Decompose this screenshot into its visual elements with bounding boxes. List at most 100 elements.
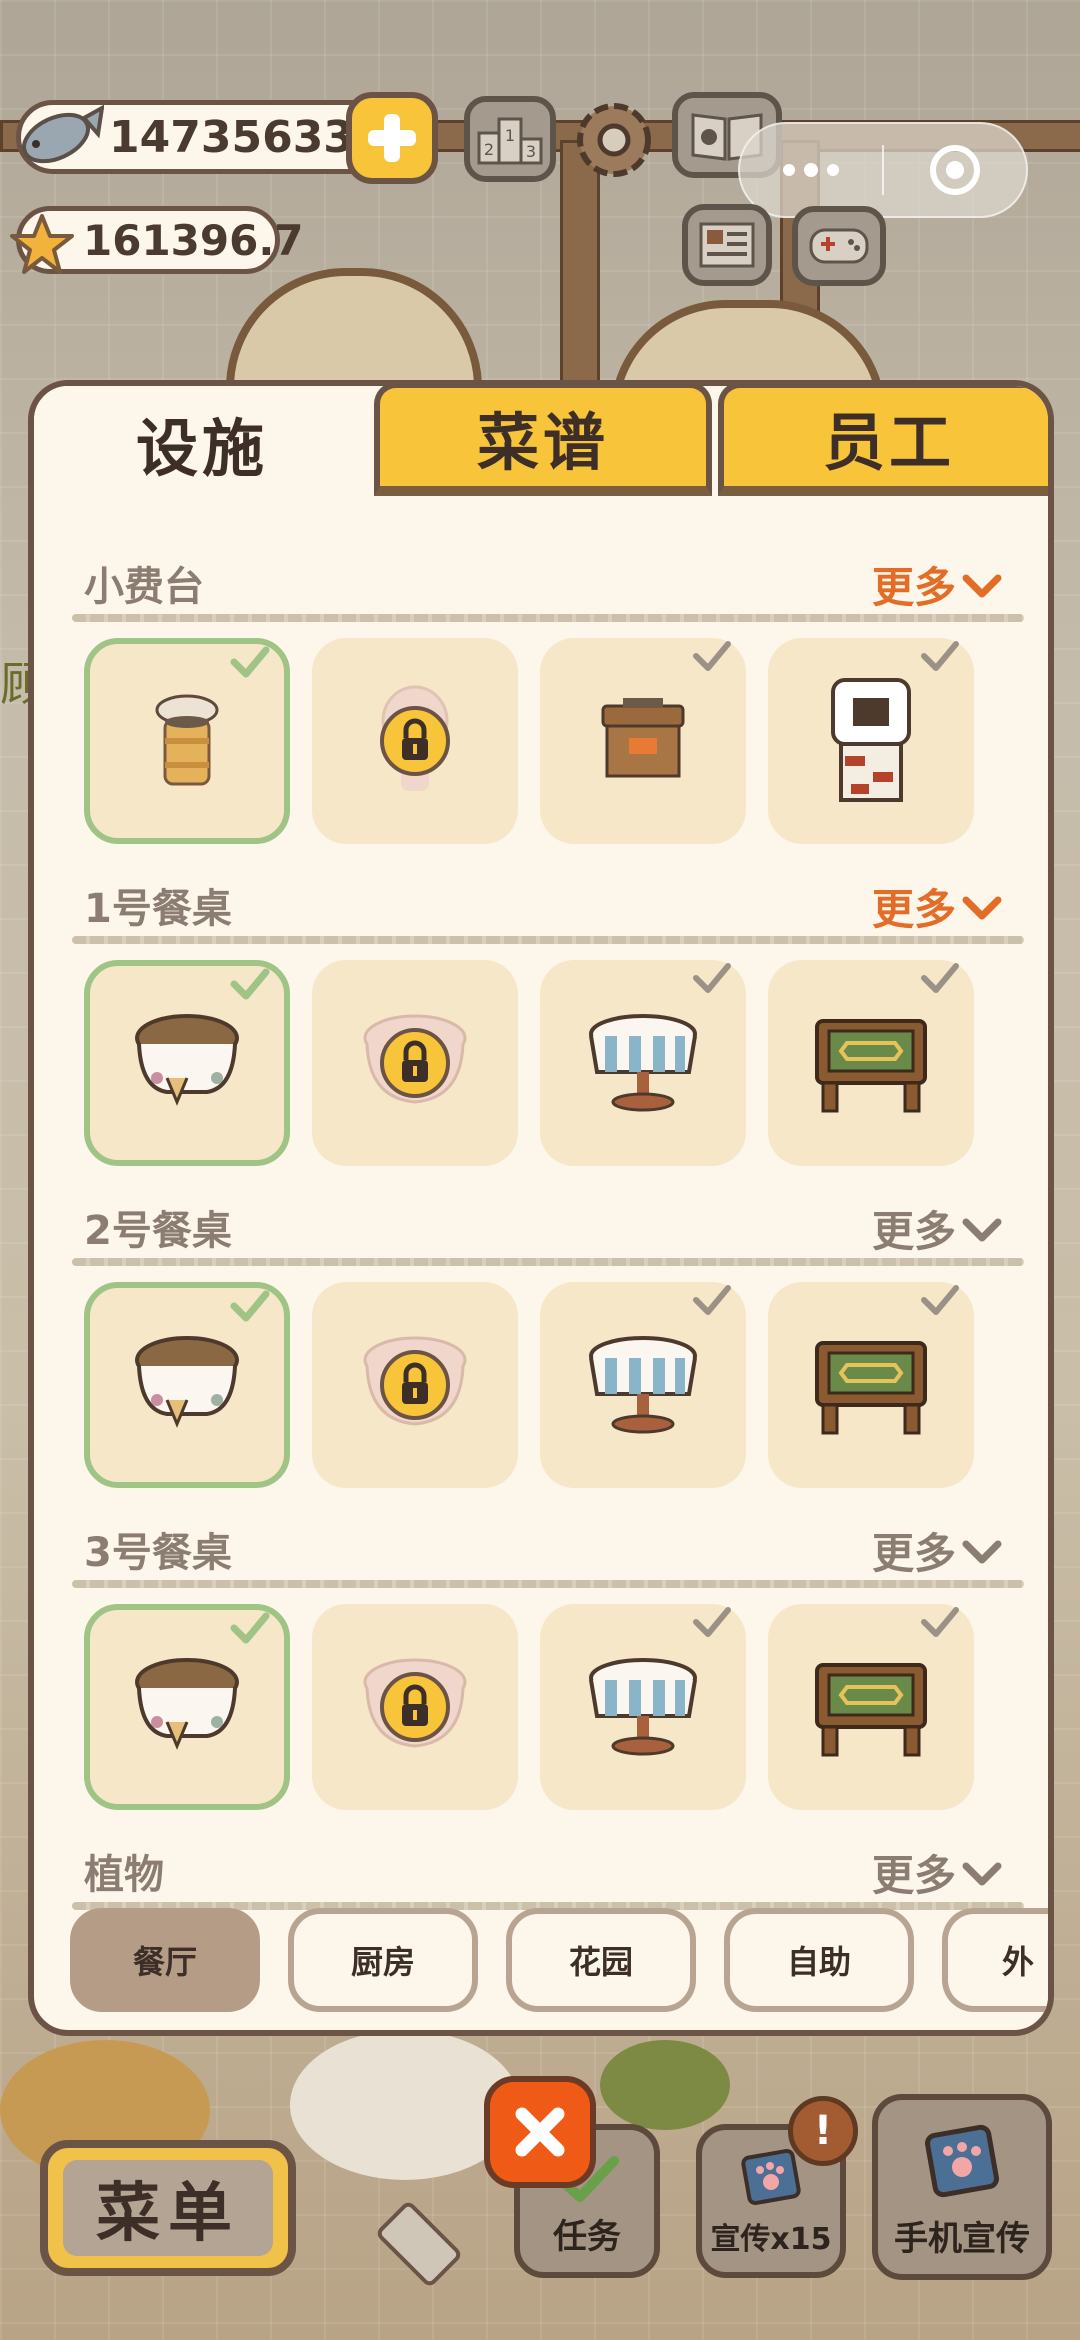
- star-icon: [8, 212, 76, 276]
- lock-icon: [380, 1350, 450, 1420]
- chevron-down-icon: [962, 1862, 1002, 1885]
- more-button[interactable]: 更多: [872, 1520, 1004, 1581]
- item-locked[interactable]: [312, 1604, 518, 1810]
- category-outdoor[interactable]: 外: [942, 1908, 1048, 2012]
- item-striped-table[interactable]: [540, 960, 746, 1166]
- phone-promote-label: 手机宣传: [894, 2219, 1030, 2259]
- divider: [72, 1258, 1024, 1266]
- section-header-table-2: 2号餐桌 更多: [72, 1198, 1024, 1268]
- item-square-table[interactable]: [768, 1604, 974, 1810]
- panel-tabs: 设施 菜谱 员工: [34, 386, 1048, 506]
- add-currency-button[interactable]: [346, 92, 438, 184]
- divider: [72, 936, 1024, 944]
- category-kitchen[interactable]: 厨房: [288, 1908, 478, 2012]
- target-icon: [930, 145, 980, 195]
- item-row-table-1: [84, 960, 1014, 1166]
- checkmark-icon: [693, 1285, 731, 1315]
- plus-icon: [368, 114, 416, 162]
- podium-icon: 2 1 3: [477, 117, 543, 165]
- item-cake-table[interactable]: [84, 1604, 290, 1810]
- more-label: 更多: [871, 1207, 956, 1256]
- promote-label: 宣传x15: [710, 2222, 832, 2257]
- striped-table-icon: [589, 1658, 697, 1756]
- paw-poster-icon: [925, 2124, 999, 2198]
- lock-icon: [380, 1672, 450, 1742]
- item-cake-table[interactable]: [84, 960, 290, 1166]
- more-label: 更多: [871, 563, 956, 612]
- item-row-tip-stand: [84, 638, 1014, 844]
- item-wooden-cabinet[interactable]: [540, 638, 746, 844]
- exit-mini-program-button[interactable]: [884, 124, 1026, 216]
- item-brick-stand[interactable]: [768, 638, 974, 844]
- ranking-button[interactable]: 2 1 3: [464, 96, 556, 182]
- more-options-button[interactable]: [740, 124, 882, 216]
- checkmark-icon: [921, 1607, 959, 1637]
- settings-button[interactable]: [570, 96, 658, 184]
- newspaper-icon: [699, 222, 755, 268]
- section-title: 小费台: [84, 564, 204, 610]
- checkmark-icon: [230, 968, 270, 1000]
- task-label: 任务: [553, 2217, 621, 2257]
- checkmark-icon: [921, 1285, 959, 1315]
- item-striped-table[interactable]: [540, 1282, 746, 1488]
- checkmark-icon: [230, 1612, 270, 1644]
- cabinet-icon: [601, 698, 685, 778]
- category-restaurant[interactable]: 餐厅: [70, 1908, 260, 2012]
- divider: [72, 614, 1024, 622]
- more-button[interactable]: 更多: [872, 1842, 1004, 1903]
- checkmark-icon: [230, 646, 270, 678]
- tab-facilities[interactable]: 设施: [34, 386, 370, 500]
- category-buffet[interactable]: 自助: [724, 1908, 914, 2012]
- minigame-button[interactable]: [792, 206, 886, 286]
- more-button[interactable]: 更多: [872, 876, 1004, 937]
- more-button[interactable]: 更多: [872, 1198, 1004, 1259]
- svg-text:3: 3: [526, 142, 536, 161]
- gamepad-icon: [809, 228, 869, 264]
- checkmark-icon: [921, 963, 959, 993]
- chevron-down-icon: [962, 1540, 1002, 1563]
- checkmark-icon: [693, 963, 731, 993]
- item-locked[interactable]: [312, 638, 518, 844]
- tab-recipes[interactable]: 菜谱: [374, 386, 712, 496]
- cake-table-icon: [135, 1658, 239, 1750]
- exclamation-icon: !: [813, 2108, 833, 2154]
- item-cake-table[interactable]: [84, 1282, 290, 1488]
- brick-stand-icon: [831, 678, 911, 802]
- item-locked[interactable]: [312, 1282, 518, 1488]
- section-title: 3号餐桌: [84, 1530, 232, 1576]
- item-locked[interactable]: [312, 960, 518, 1166]
- more-label: 更多: [871, 1851, 956, 1900]
- item-square-table[interactable]: [768, 1282, 974, 1488]
- menu-label: 菜单: [63, 2160, 273, 2256]
- more-label: 更多: [871, 885, 956, 934]
- mini-program-capsule: [738, 122, 1028, 218]
- more-label: 更多: [871, 1529, 956, 1578]
- more-button[interactable]: 更多: [872, 554, 1004, 615]
- phone-promote-button[interactable]: 手机宣传: [872, 2094, 1052, 2280]
- item-square-table[interactable]: [768, 960, 974, 1166]
- close-button[interactable]: [484, 2076, 596, 2188]
- cake-table-icon: [135, 1014, 239, 1106]
- square-table-icon: [815, 1663, 927, 1757]
- tab-staff[interactable]: 员工: [718, 386, 1048, 496]
- menu-button[interactable]: 菜单: [40, 2140, 296, 2276]
- section-header-tip-stand: 小费台 更多: [72, 554, 1024, 624]
- svg-text:1: 1: [505, 126, 515, 145]
- news-button[interactable]: [682, 204, 772, 286]
- section-title: 植物: [84, 1852, 164, 1898]
- category-garden[interactable]: 花园: [506, 1908, 696, 2012]
- divider: [72, 1580, 1024, 1588]
- gear-icon: [577, 103, 651, 177]
- square-table-icon: [815, 1341, 927, 1435]
- star-amount: 161396.7: [83, 215, 304, 265]
- fish-amount: 147356335: [109, 111, 385, 163]
- checkmark-icon: [693, 641, 731, 671]
- section-title: 2号餐桌: [84, 1208, 232, 1254]
- item-tip-barrel[interactable]: [84, 638, 290, 844]
- item-striped-table[interactable]: [540, 1604, 746, 1810]
- section-header-plants: 植物 更多: [72, 1842, 1024, 1912]
- striped-table-icon: [589, 1014, 697, 1112]
- facility-panel: 设施 菜谱 员工 小费台 更多 1号餐桌 更多 2号餐桌 更多 3号餐桌 更多 …: [28, 380, 1054, 2036]
- lock-icon: [380, 1028, 450, 1098]
- section-title: 1号餐桌: [84, 886, 232, 932]
